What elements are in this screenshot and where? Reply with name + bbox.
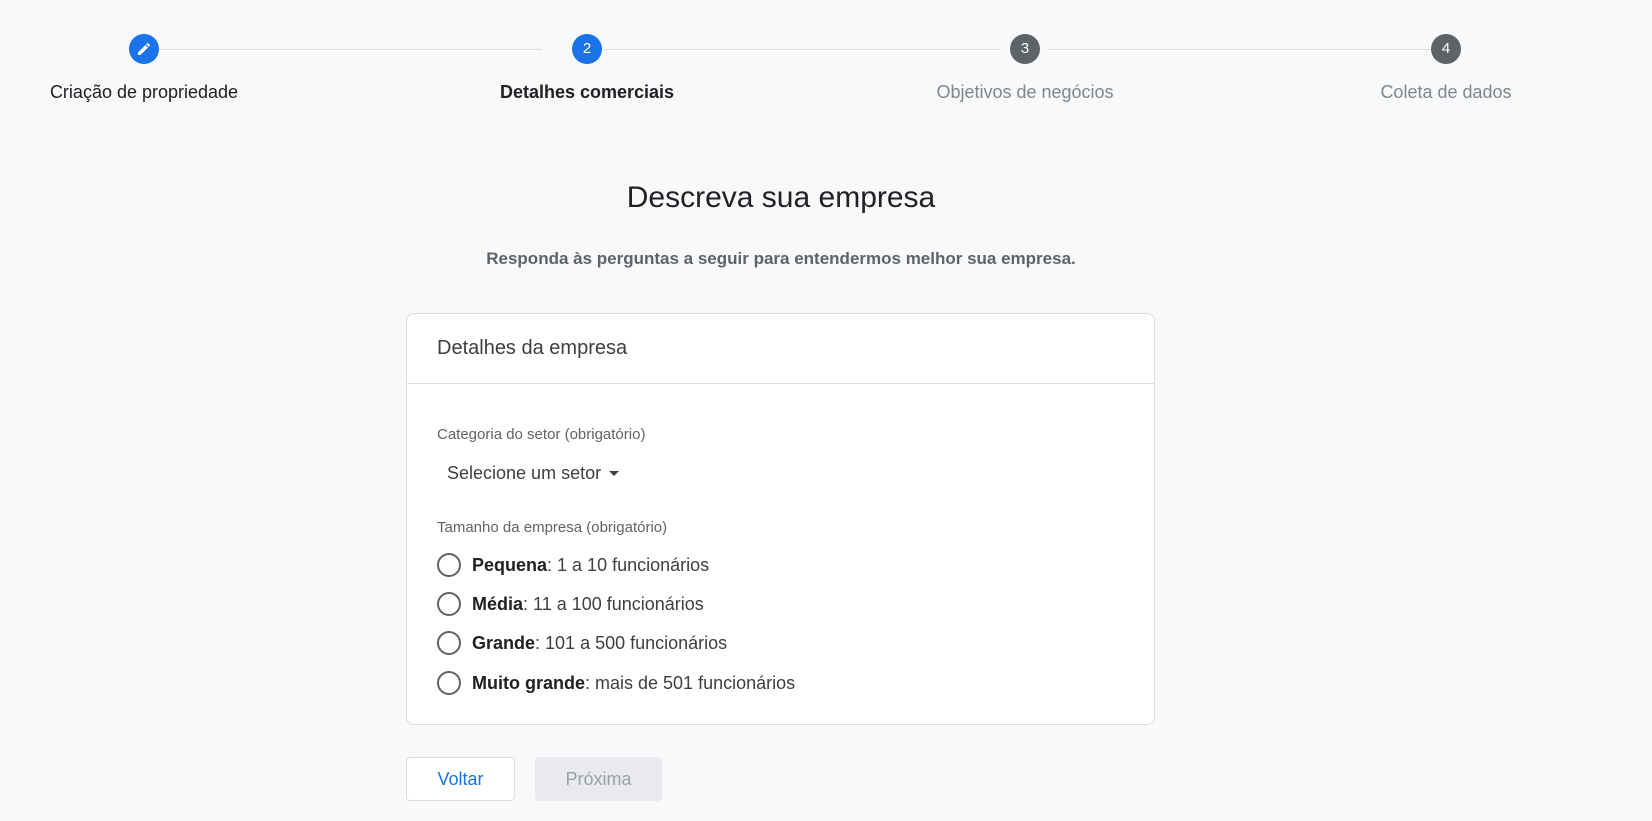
size-option-medium[interactable]: Média: 11 a 100 funcionários bbox=[437, 592, 704, 616]
size-option-very-large[interactable]: Muito grande: mais de 501 funcionários bbox=[437, 671, 795, 695]
card-header: Detalhes da empresa bbox=[407, 314, 1154, 384]
pencil-icon bbox=[138, 42, 151, 55]
industry-category-select[interactable]: Selecione um setor bbox=[447, 461, 620, 485]
radio-button[interactable] bbox=[437, 671, 461, 695]
step-property-creation[interactable]: Criação de propriedade bbox=[0, 34, 294, 104]
size-option-detail: : 11 a 100 funcionários bbox=[523, 594, 704, 614]
radio-button[interactable] bbox=[437, 631, 461, 655]
step-label: Criação de propriedade bbox=[49, 82, 239, 102]
size-option-name: Média bbox=[472, 594, 524, 614]
size-option-detail: : 1 a 10 funcionários bbox=[547, 555, 710, 575]
step-label: Detalhes comerciais bbox=[499, 82, 675, 102]
size-option-text: Grande: 101 a 500 funcionários bbox=[472, 631, 727, 655]
next-button[interactable]: Próxima bbox=[535, 757, 662, 801]
radio-button[interactable] bbox=[437, 592, 461, 616]
stepper: Criação de propriedade 2 Detalhes comerc… bbox=[0, 0, 1652, 120]
step-data-collection: 4 Coleta de dados bbox=[1296, 34, 1596, 104]
step-label: Coleta de dados bbox=[1380, 82, 1512, 102]
step-label: Objetivos de negócios bbox=[936, 82, 1114, 102]
size-option-text: Média: 11 a 100 funcionários bbox=[472, 592, 704, 616]
step-circle: 4 bbox=[1431, 34, 1461, 64]
size-option-small[interactable]: Pequena: 1 a 10 funcionários bbox=[437, 553, 709, 577]
size-option-name: Muito grande bbox=[472, 673, 585, 693]
step-business-details: 2 Detalhes comerciais bbox=[437, 34, 737, 104]
industry-category-label: Categoria do setor (obrigatório) bbox=[437, 426, 646, 443]
size-option-detail: : 101 a 500 funcionários bbox=[535, 633, 728, 653]
page-subtitle: Responda às perguntas a seguir para ente… bbox=[486, 249, 1076, 268]
step-circle: 3 bbox=[1010, 34, 1040, 64]
page-title: Descreva sua empresa bbox=[626, 181, 936, 214]
step-business-objectives: 3 Objetivos de negócios bbox=[875, 34, 1175, 104]
company-size-label: Tamanho da empresa (obrigatório) bbox=[437, 519, 668, 536]
size-option-name: Pequena bbox=[472, 555, 548, 575]
industry-category-value: Selecione um setor bbox=[447, 463, 602, 483]
size-option-text: Muito grande: mais de 501 funcionários bbox=[472, 671, 795, 695]
size-option-large[interactable]: Grande: 101 a 500 funcionários bbox=[437, 631, 727, 655]
size-option-name: Grande bbox=[472, 633, 536, 653]
step-circle bbox=[129, 34, 159, 64]
back-button[interactable]: Voltar bbox=[406, 757, 515, 801]
step-circle: 2 bbox=[572, 34, 602, 64]
caret-down-icon bbox=[609, 470, 620, 476]
size-option-detail: : mais de 501 funcionários bbox=[585, 673, 796, 693]
radio-button[interactable] bbox=[437, 553, 461, 577]
size-option-text: Pequena: 1 a 10 funcionários bbox=[472, 553, 709, 577]
business-details-card: Detalhes da empresa Categoria do setor (… bbox=[406, 313, 1155, 725]
